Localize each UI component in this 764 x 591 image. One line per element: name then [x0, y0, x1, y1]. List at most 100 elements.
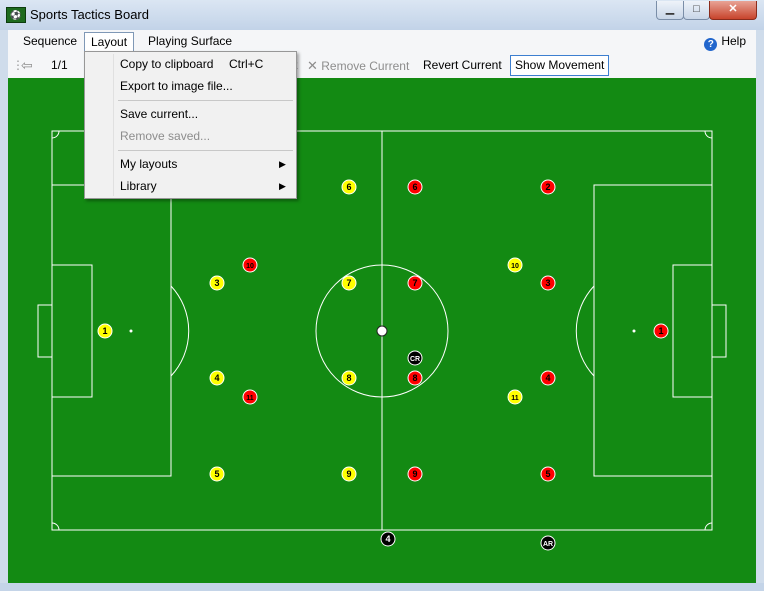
home-player-10[interactable]: 10	[507, 257, 523, 273]
home-player-8-label: 8	[346, 373, 351, 383]
away-player-7[interactable]: 7	[407, 275, 423, 291]
away-player-11[interactable]: 11	[242, 389, 258, 405]
away-player-2[interactable]: 2	[540, 179, 556, 195]
close-button[interactable]: ✕	[709, 1, 757, 20]
library-label: Library	[120, 179, 157, 193]
away-player-3-label: 3	[545, 278, 550, 288]
corner-arc	[704, 130, 713, 139]
my-layouts-label: My layouts	[120, 157, 178, 171]
menu-sequence[interactable]: Sequence	[17, 32, 83, 51]
remove-current-button[interactable]: ✕ Remove Current	[307, 56, 409, 75]
away-player-5[interactable]: 5	[540, 466, 556, 482]
right-goal	[711, 304, 727, 358]
away-player-8-label: 8	[412, 373, 417, 383]
remove-saved-item[interactable]: Remove saved...	[85, 126, 296, 146]
copy-to-clipboard-item[interactable]: Copy to clipboard Ctrl+C	[85, 54, 296, 74]
layout-menu-dropdown: Copy to clipboard Ctrl+C Export to image…	[84, 51, 297, 199]
help-label: Help	[721, 34, 746, 48]
right-goal-area	[672, 264, 713, 398]
home-player-4[interactable]: 4	[209, 370, 225, 386]
corner-arc	[704, 522, 713, 531]
away-player-5-label: 5	[545, 469, 550, 479]
home-player-5[interactable]: 5	[209, 466, 225, 482]
home-player-6[interactable]: 6	[341, 179, 357, 195]
help-menu[interactable]: ? Help	[704, 32, 746, 51]
official-4-label: 4	[385, 534, 390, 544]
left-penalty-spot	[129, 329, 133, 333]
home-player-6-label: 6	[346, 182, 351, 192]
minimize-button[interactable]: ▁	[656, 1, 684, 20]
away-player-6[interactable]: 6	[407, 179, 423, 195]
home-player-8[interactable]: 8	[341, 370, 357, 386]
official-cr[interactable]: CR	[407, 350, 423, 366]
away-player-8[interactable]: 8	[407, 370, 423, 386]
away-player-1-label: 1	[658, 326, 663, 336]
away-player-2-label: 2	[545, 182, 550, 192]
frame-counter: 1/1	[51, 58, 68, 72]
away-player-7-label: 7	[412, 278, 417, 288]
home-player-9-label: 9	[346, 469, 351, 479]
home-player-1[interactable]: 1	[97, 323, 113, 339]
home-player-10-label: 10	[511, 263, 519, 270]
save-label: Save current...	[120, 107, 199, 121]
home-player-11-label: 11	[511, 395, 519, 402]
home-player-5-label: 5	[214, 469, 219, 479]
home-player-7-label: 7	[346, 278, 351, 288]
away-player-9[interactable]: 9	[407, 466, 423, 482]
maximize-button[interactable]: □	[683, 1, 710, 20]
away-player-10[interactable]: 10	[242, 257, 258, 273]
show-movement-button[interactable]: Show Movement	[510, 55, 610, 76]
corner-arc	[51, 130, 60, 139]
remove-current-label: Remove Current	[321, 59, 410, 73]
official-cr-label: CR	[410, 356, 420, 363]
right-penalty-area	[593, 184, 713, 477]
export-label: Export to image file...	[120, 79, 233, 93]
corner-arc	[51, 522, 60, 531]
menu-layout[interactable]: Layout	[84, 32, 135, 52]
my-layouts-item[interactable]: My layouts ▶	[85, 154, 296, 174]
copy-label: Copy to clipboard	[120, 57, 214, 71]
official-ar-label: AR	[543, 541, 553, 548]
revert-current-button[interactable]: Revert Current	[423, 56, 502, 75]
official-4[interactable]: 4	[380, 531, 396, 547]
home-player-7[interactable]: 7	[341, 275, 357, 291]
menu-separator	[118, 100, 293, 101]
ball[interactable]	[376, 325, 388, 337]
copy-shortcut: Ctrl+C	[229, 57, 264, 71]
away-player-6-label: 6	[412, 182, 417, 192]
window-title: Sports Tactics Board	[30, 7, 149, 22]
help-icon: ?	[704, 38, 718, 51]
away-player-11-label: 11	[246, 395, 254, 402]
home-player-3-label: 3	[214, 278, 219, 288]
official-ar[interactable]: AR	[540, 535, 556, 551]
away-player-3[interactable]: 3	[540, 275, 556, 291]
left-penalty-arc	[170, 285, 190, 377]
save-current-item[interactable]: Save current...	[85, 104, 296, 124]
window-bottom-border	[0, 583, 764, 591]
left-goal	[37, 304, 53, 358]
home-player-1-label: 1	[102, 326, 107, 336]
left-goal-area	[51, 264, 93, 398]
away-player-4-label: 4	[545, 373, 550, 383]
remove-saved-label: Remove saved...	[120, 129, 211, 143]
away-player-9-label: 9	[412, 469, 417, 479]
right-penalty-spot	[632, 329, 636, 333]
export-image-item[interactable]: Export to image file...	[85, 76, 296, 96]
board-icon: ⚽	[6, 7, 26, 23]
menu-playing-surface[interactable]: Playing Surface	[142, 32, 238, 51]
submenu-arrow-icon: ▶	[279, 181, 286, 191]
home-player-4-label: 4	[214, 373, 219, 383]
home-player-9[interactable]: 9	[341, 466, 357, 482]
right-penalty-arc	[575, 285, 595, 377]
home-player-3[interactable]: 3	[209, 275, 225, 291]
title-bar: ⚽ Sports Tactics Board ▁ □ ✕	[0, 0, 764, 30]
away-player-4[interactable]: 4	[540, 370, 556, 386]
library-item[interactable]: Library ▶	[85, 176, 296, 196]
x-icon: ✕	[307, 58, 318, 73]
arrow-left-icon[interactable]: ⇦	[21, 56, 33, 75]
away-player-10-label: 10	[246, 263, 254, 270]
menu-separator	[118, 150, 293, 151]
home-player-11[interactable]: 11	[507, 389, 523, 405]
away-player-1[interactable]: 1	[653, 323, 669, 339]
submenu-arrow-icon: ▶	[279, 159, 286, 169]
